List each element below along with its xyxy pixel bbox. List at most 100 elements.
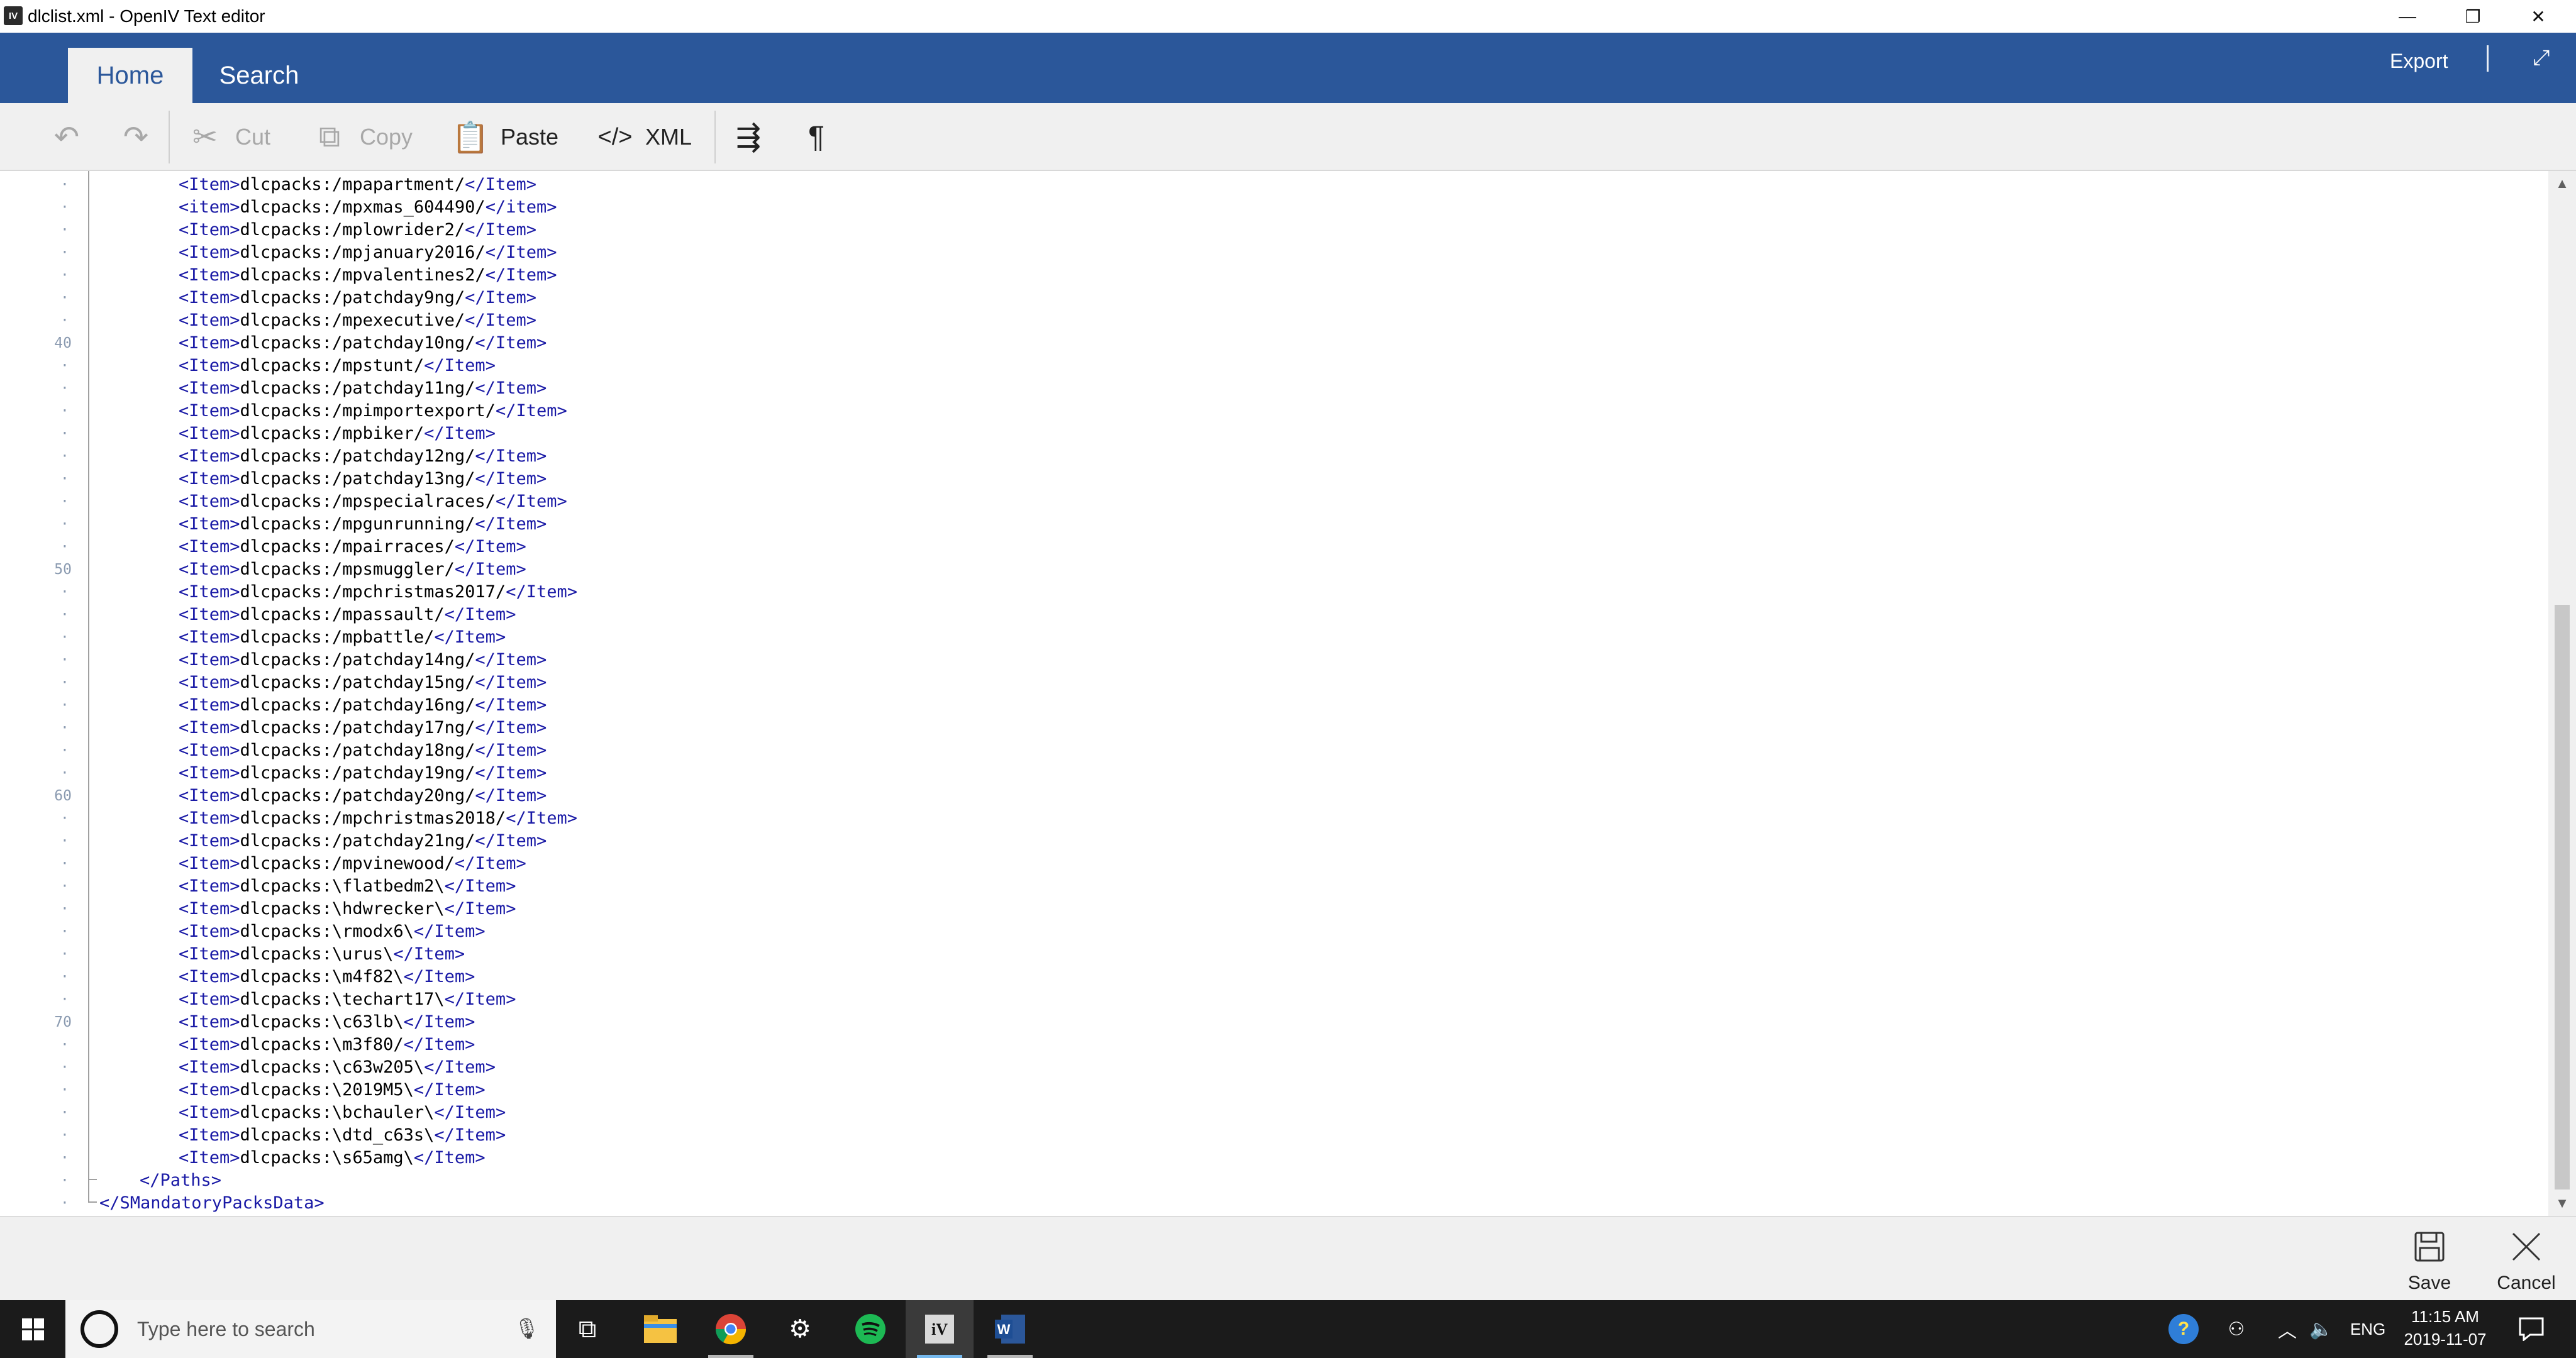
code-line[interactable]: <Item>dlcpacks:/patchday20ng/</Item> xyxy=(77,785,2548,807)
system-clock[interactable]: 11:15 AM 2019-11-07 xyxy=(2395,1305,2496,1353)
code-line[interactable]: <Item>dlcpacks:/mplowrider2/</Item> xyxy=(77,219,2548,241)
close-window-button[interactable]: ✕ xyxy=(2506,0,2571,33)
action-center-icon[interactable] xyxy=(2509,1300,2553,1358)
code-line[interactable]: <Item>dlcpacks:\dtd_c63s\</Item> xyxy=(77,1124,2548,1147)
cut-button[interactable]: ✂ Cut xyxy=(186,114,270,160)
code-line[interactable]: <Item>dlcpacks:\2019M5\</Item> xyxy=(77,1079,2548,1101)
vertical-scrollbar[interactable]: ▲ ▼ xyxy=(2548,171,2576,1216)
code-line[interactable]: <Item>dlcpacks:\m4f82\</Item> xyxy=(77,966,2548,988)
restore-button[interactable]: ❐ xyxy=(2440,0,2506,33)
chrome-icon[interactable] xyxy=(697,1300,765,1358)
code-line[interactable]: <Item>dlcpacks:/patchday10ng/</Item> xyxy=(77,332,2548,355)
line-tick: · xyxy=(60,856,69,872)
code-line[interactable]: <Item>dlcpacks:/mpassault/</Item> xyxy=(77,604,2548,626)
volume-icon[interactable]: 🔈 xyxy=(2306,1300,2337,1358)
code-line[interactable]: <Item>dlcpacks:\c63lb\</Item> xyxy=(77,1011,2548,1034)
file-explorer-icon[interactable] xyxy=(626,1300,694,1358)
tab-search[interactable]: Search xyxy=(196,48,322,103)
code-line[interactable]: <Item>dlcpacks:/mpapartment/</Item> xyxy=(77,174,2548,196)
code-line[interactable]: <Item>dlcpacks:/mpjanuary2016/</Item> xyxy=(77,241,2548,264)
xml-text: dlcpacks:\urus\ xyxy=(240,944,394,964)
code-line[interactable]: <Item>dlcpacks:/mpairraces/</Item> xyxy=(77,536,2548,558)
cancel-button[interactable]: Cancel xyxy=(2492,1231,2561,1296)
xml-close-tag: </Item> xyxy=(495,401,567,421)
cancel-label: Cancel xyxy=(2497,1272,2556,1293)
code-line[interactable]: <Item>dlcpacks:\hdwrecker\</Item> xyxy=(77,898,2548,920)
code-line[interactable]: <Item>dlcpacks:/mpbattle/</Item> xyxy=(77,626,2548,649)
xml-close-tag: </Item> xyxy=(444,899,516,919)
code-line[interactable]: <Item>dlcpacks:/mpspecialraces/</Item> xyxy=(77,490,2548,513)
minimize-button[interactable]: — xyxy=(2375,0,2440,33)
code-line[interactable]: <Item>dlcpacks:/mpgunrunning/</Item> xyxy=(77,513,2548,536)
code-line[interactable]: </Paths> xyxy=(77,1169,2548,1192)
game-launcher-icon[interactable]: ⚙ xyxy=(766,1300,834,1358)
word-wrap-button[interactable]: ⇶ xyxy=(730,114,767,160)
code-line[interactable]: <Item>dlcpacks:\techart17\</Item> xyxy=(77,988,2548,1011)
code-line[interactable]: </SMandatoryPacksData> xyxy=(77,1192,2548,1215)
code-line[interactable]: <Item>dlcpacks:/patchday15ng/</Item> xyxy=(77,671,2548,694)
start-button[interactable] xyxy=(0,1300,65,1358)
code-line[interactable]: <Item>dlcpacks:/mpbiker/</Item> xyxy=(77,422,2548,445)
code-line[interactable]: <Item>dlcpacks:/patchday19ng/</Item> xyxy=(77,762,2548,785)
scroll-up-arrow-icon[interactable]: ▲ xyxy=(2548,171,2576,196)
help-icon[interactable]: ? xyxy=(2166,1300,2201,1358)
save-button[interactable]: Save xyxy=(2395,1231,2464,1296)
taskbar-search-box[interactable]: Type here to search 🎙 xyxy=(65,1300,556,1358)
code-line[interactable]: <Item>dlcpacks:\bchauler\</Item> xyxy=(77,1101,2548,1124)
code-line[interactable]: <Item>dlcpacks:/patchday9ng/</Item> xyxy=(77,287,2548,309)
code-line[interactable]: <Item>dlcpacks:/patchday16ng/</Item> xyxy=(77,694,2548,717)
line-number: 70 xyxy=(54,1014,72,1030)
xml-text: dlcpacks:/mpsmuggler/ xyxy=(240,560,455,579)
code-line[interactable]: <Item>dlcpacks:/patchday12ng/</Item> xyxy=(77,445,2548,468)
code-line[interactable]: <Item>dlcpacks:\c63w205\</Item> xyxy=(77,1056,2548,1079)
code-line[interactable]: <Item>dlcpacks:/mpchristmas2017/</Item> xyxy=(77,581,2548,604)
show-whitespace-button[interactable]: ¶ xyxy=(797,114,835,160)
xml-close-tag: </Item> xyxy=(413,1148,486,1168)
copy-button[interactable]: ⧉ Copy xyxy=(311,114,413,160)
code-line[interactable]: <Item>dlcpacks:\urus\</Item> xyxy=(77,943,2548,966)
openiv-taskbar-icon[interactable]: iV xyxy=(906,1300,974,1358)
scrollbar-thumb[interactable] xyxy=(2555,605,2570,1190)
toolbar-divider xyxy=(169,111,170,163)
code-line[interactable]: <Item>dlcpacks:/patchday21ng/</Item> xyxy=(77,830,2548,853)
xml-open-tag: <Item> xyxy=(179,469,240,489)
code-line[interactable]: <Item>dlcpacks:/patchday18ng/</Item> xyxy=(77,739,2548,762)
code-line[interactable]: <Item>dlcpacks:\flatbedm2\</Item> xyxy=(77,875,2548,898)
code-line[interactable]: <Item>dlcpacks:/mpstunt/</Item> xyxy=(77,355,2548,377)
paste-button[interactable]: 📋 Paste xyxy=(452,114,558,160)
microphone-icon[interactable]: 🎙 xyxy=(514,1317,540,1340)
code-line[interactable]: <Item>dlcpacks:/patchday17ng/</Item> xyxy=(77,717,2548,739)
code-line[interactable]: <Item>dlcpacks:\m3f80/</Item> xyxy=(77,1034,2548,1056)
export-button[interactable]: Export xyxy=(2390,45,2448,77)
code-line[interactable]: <Item>dlcpacks:\s65amg\</Item> xyxy=(77,1147,2548,1169)
scroll-down-arrow-icon[interactable]: ▼ xyxy=(2548,1191,2576,1216)
xml-text: dlcpacks:/mpassault/ xyxy=(240,605,445,624)
code-line[interactable]: <Item>dlcpacks:/mpsmuggler/</Item> xyxy=(77,558,2548,581)
chevron-up-icon[interactable]: ︿ xyxy=(2272,1300,2303,1358)
text-editor[interactable]: · · · · · · · 40 · · · · · · · · · 50 · · · · · · · · · 60 · · · · · · · · ·… xyxy=(0,171,2576,1216)
code-line[interactable]: <Item>dlcpacks:/patchday14ng/</Item> xyxy=(77,649,2548,671)
xml-close-tag: </Item> xyxy=(475,763,547,783)
spotify-icon[interactable] xyxy=(836,1300,904,1358)
people-icon[interactable]: ⚇ xyxy=(2219,1300,2254,1358)
expand-icon[interactable]: ⤢ xyxy=(2526,40,2557,75)
undo-button[interactable]: ↶ xyxy=(48,114,86,160)
input-language[interactable]: ENG xyxy=(2346,1300,2390,1358)
code-line[interactable]: <Item>dlcpacks:/mpimportexport/</Item> xyxy=(77,400,2548,422)
word-icon[interactable]: W xyxy=(976,1300,1044,1358)
code-line[interactable]: <Item>dlcpacks:/mpexecutive/</Item> xyxy=(77,309,2548,332)
gutter-line: · xyxy=(0,445,77,468)
task-view-icon[interactable]: ⧉ xyxy=(553,1300,621,1358)
code-line[interactable]: <item>dlcpacks:/mpxmas_604490/</item> xyxy=(77,196,2548,219)
redo-button[interactable]: ↷ xyxy=(117,114,155,160)
code-line[interactable]: <Item>dlcpacks:/patchday13ng/</Item> xyxy=(77,468,2548,490)
code-line[interactable]: <Item>dlcpacks:/patchday11ng/</Item> xyxy=(77,377,2548,400)
code-line[interactable]: <Item>dlcpacks:\rmodx6\</Item> xyxy=(77,920,2548,943)
code-line[interactable]: <Item>dlcpacks:/mpvinewood/</Item> xyxy=(77,853,2548,875)
code-area[interactable]: <Item>dlcpacks:/mpapartment/</Item> <item… xyxy=(77,171,2548,1216)
tab-home[interactable]: Home xyxy=(68,48,192,103)
xml-button[interactable]: </> XML xyxy=(596,114,692,160)
code-line[interactable]: <Item>dlcpacks:/mpvalentines2/</Item> xyxy=(77,264,2548,287)
code-line[interactable]: <Item>dlcpacks:/mpchristmas2018/</Item> xyxy=(77,807,2548,830)
gutter-line: · xyxy=(0,717,77,739)
